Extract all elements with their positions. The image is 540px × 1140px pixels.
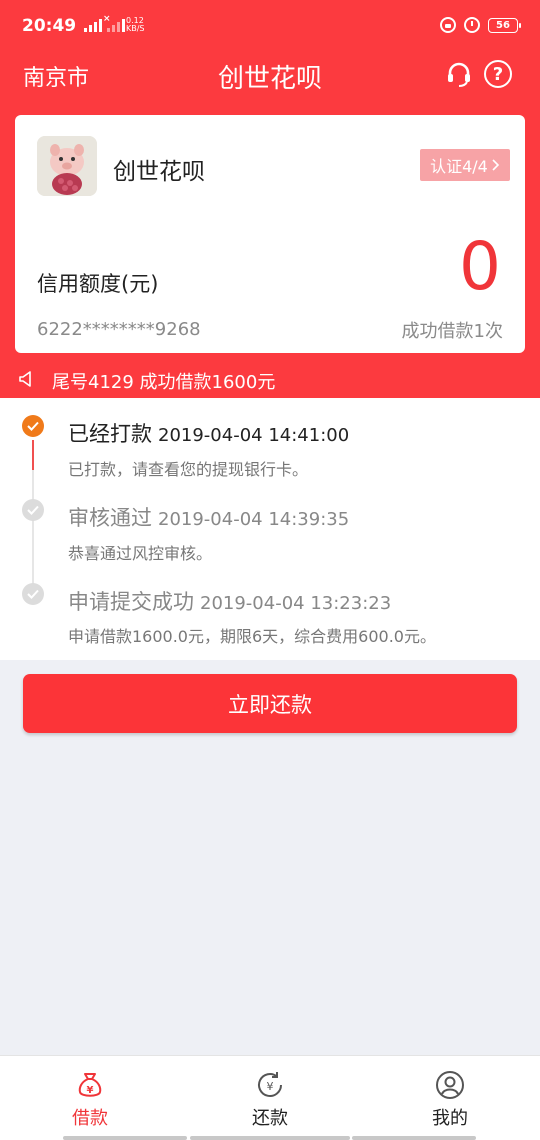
timeline-step-title: 申请提交成功 2019-04-04 13:23:23 (68, 590, 392, 614)
help-icon[interactable]: ? (484, 60, 512, 88)
loan-progress-timeline: 已经打款 2019-04-04 14:41:00 已打款，请查看您的提现银行卡。 … (0, 398, 540, 660)
check-icon (22, 415, 44, 437)
alarm-icon (464, 17, 480, 33)
status-time: 20:49 (22, 16, 77, 36)
timeline-line-active (32, 440, 34, 470)
check-icon (22, 499, 44, 521)
credit-limit-label: 信用额度(元) (37, 272, 159, 296)
nav-indicator (63, 1136, 187, 1140)
avatar (37, 136, 97, 196)
user-icon (436, 1071, 464, 1099)
tab-label: 我的 (432, 1108, 468, 1129)
lock-icon (440, 17, 456, 33)
network-speed: 0.12 KB/S (126, 16, 145, 33)
timeline-step-time: 2019-04-04 13:23:23 (200, 593, 392, 614)
battery-icon: 56 (488, 17, 521, 33)
tab-label: 借款 (72, 1108, 108, 1129)
bank-card-number: 6222********9268 (37, 319, 201, 340)
nav-indicator (352, 1136, 476, 1140)
notice-bar: 尾号4129 成功借款1600元 (0, 362, 540, 396)
tab-label: 还款 (252, 1108, 288, 1129)
check-icon (22, 583, 44, 605)
timeline-step-time: 2019-04-04 14:41:00 (158, 425, 350, 446)
signal-icon (84, 19, 102, 32)
svg-text:¥: ¥ (87, 1085, 94, 1096)
tab-borrow[interactable]: ¥ 借款 (0, 1056, 180, 1140)
tab-repay[interactable]: ¥ 还款 (180, 1056, 360, 1140)
certification-badge[interactable]: 认证4/4 (420, 149, 510, 181)
success-loan-count: 成功借款1次 (401, 321, 503, 342)
speaker-icon (19, 371, 31, 387)
svg-text:¥: ¥ (267, 1080, 274, 1093)
timeline-step-title: 已经打款 2019-04-04 14:41:00 (68, 422, 350, 446)
timeline-step-title: 审核通过 2019-04-04 14:39:35 (68, 506, 350, 530)
tab-mine[interactable]: 我的 (360, 1056, 540, 1140)
timeline-step-time: 2019-04-04 14:39:35 (158, 509, 350, 530)
notice-text: 尾号4129 成功借款1600元 (52, 372, 276, 393)
product-name: 创世花呗 (113, 159, 205, 185)
status-bar: 20:49 × 0.12 KB/S 56 (0, 0, 540, 54)
timeline-step-desc: 恭喜通过风控审核。 (68, 544, 213, 563)
chevron-right-icon (492, 159, 500, 171)
credit-limit-value: 0 (459, 228, 501, 305)
certification-label: 认证4/4 (430, 157, 488, 176)
repay-now-button[interactable]: 立即还款 (23, 674, 517, 733)
timeline-step-desc: 申请借款1600.0元，期限6天，综合费用600.0元。 (68, 627, 436, 646)
money-bag-icon: ¥ (78, 1073, 102, 1097)
bottom-tab-bar: ¥ 借款 ¥ 还款 我的 (0, 1055, 540, 1140)
nav-indicator (190, 1136, 350, 1140)
credit-card: 创世花呗 认证4/4 信用额度(元) 0 6222********9268 成功… (15, 115, 525, 353)
repay-cycle-icon: ¥ (258, 1072, 282, 1097)
timeline-step-desc: 已打款，请查看您的提现银行卡。 (68, 460, 309, 479)
signal-icon-2 (107, 19, 125, 32)
headset-icon[interactable] (445, 60, 473, 88)
